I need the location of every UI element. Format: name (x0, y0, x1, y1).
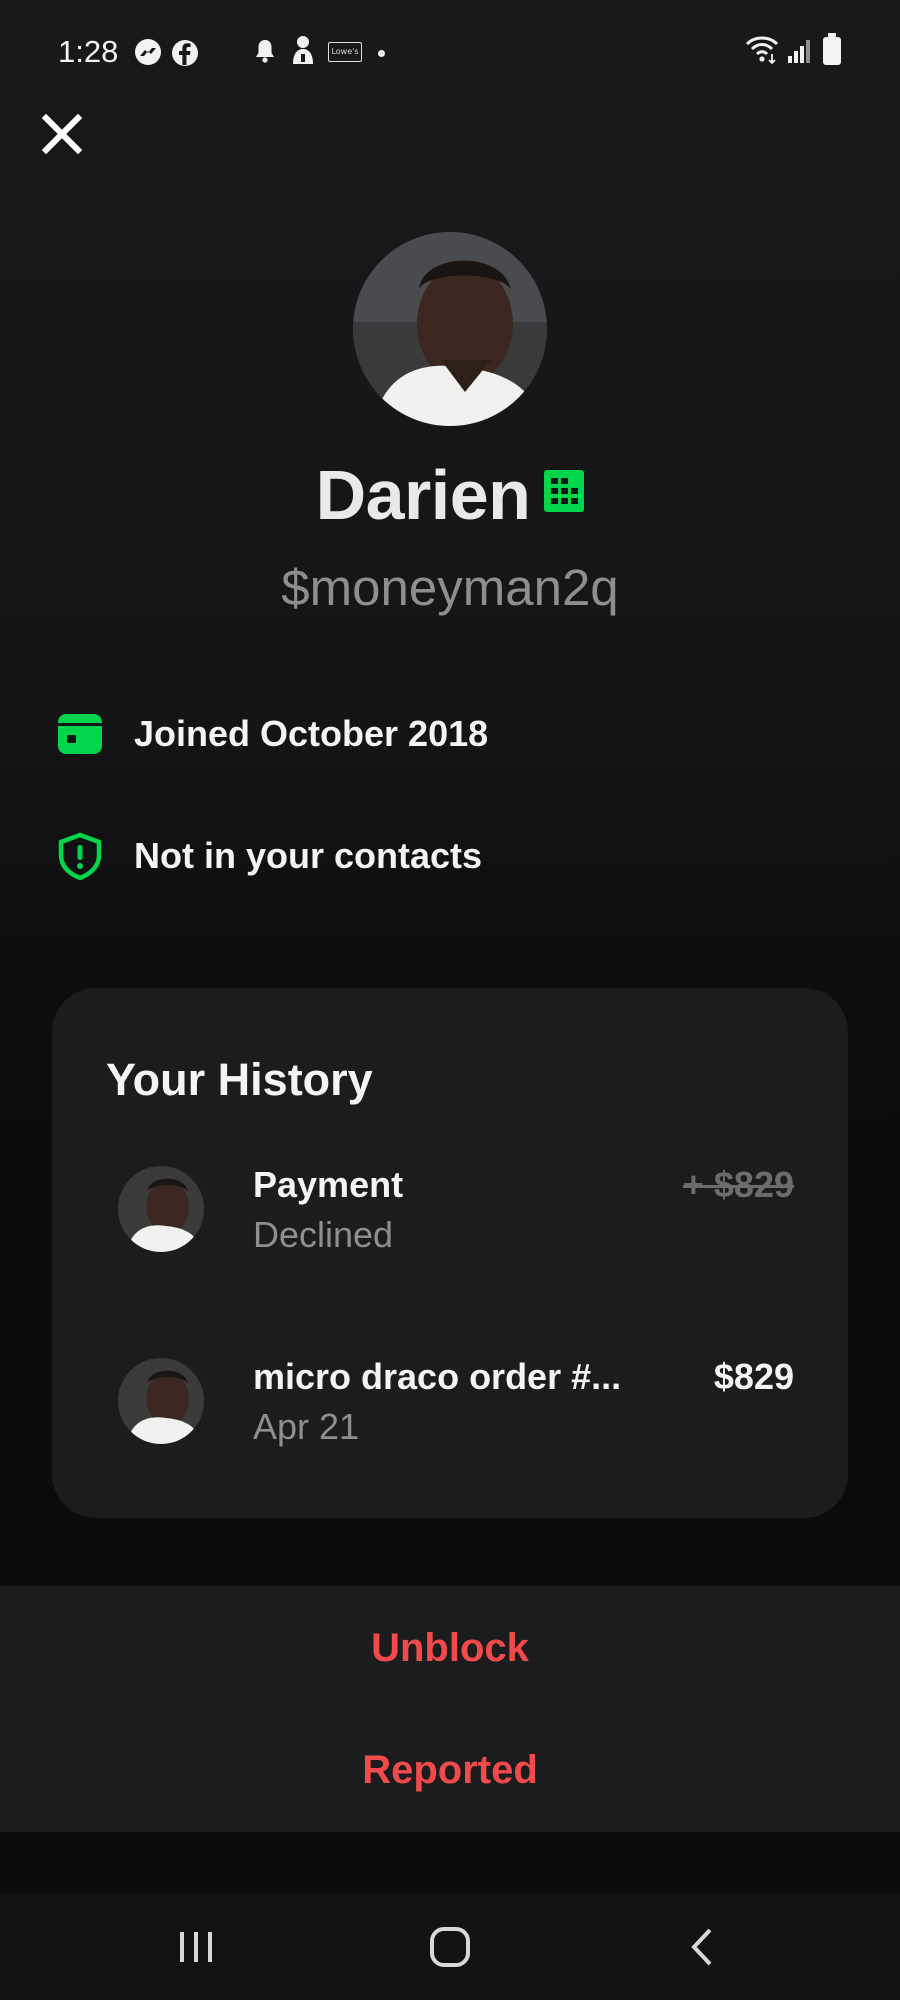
history-item-amount: + $829 (682, 1164, 794, 1205)
facebook-icon (172, 40, 198, 66)
history-item-amount: $829 (713, 1356, 794, 1397)
home-icon[interactable] (420, 1922, 480, 1972)
history-item-title: micro draco order #... (253, 1356, 622, 1397)
cash-app-icon (293, 36, 313, 64)
history-item-payment[interactable]: Payment Declined + $829 (52, 1148, 848, 1268)
lowes-icon: Lowe's (328, 42, 362, 62)
back-icon[interactable] (672, 1922, 732, 1972)
joined-text: Joined October 2018 (134, 713, 489, 754)
messenger-icon (135, 39, 161, 65)
history-item-date: Apr 21 (253, 1406, 360, 1447)
signal-icon (788, 40, 810, 63)
battery-icon (823, 33, 841, 65)
joined-row: Joined October 2018 (56, 704, 488, 764)
unblock-button[interactable]: Unblock (0, 1626, 900, 1671)
history-avatar (118, 1166, 204, 1252)
contacts-row: Not in your contacts (56, 826, 482, 886)
contacts-text: Not in your contacts (134, 835, 483, 876)
status-bar: 1:28 Lowe's (0, 28, 900, 76)
avatar[interactable] (353, 232, 547, 426)
close-button[interactable] (38, 110, 86, 158)
profile-photo (353, 232, 547, 426)
calendar-icon (58, 714, 102, 754)
history-title: Your History (106, 1054, 373, 1105)
business-building-icon (544, 470, 585, 512)
bell-icon (256, 40, 274, 63)
reported-button[interactable]: Reported (0, 1748, 900, 1793)
wifi-icon (745, 36, 779, 65)
profile-screen: 1:28 Lowe's Darien $moneyman2q Joined Oc… (0, 0, 900, 2000)
notification-dot (378, 50, 385, 57)
history-item-status: Declined (253, 1214, 394, 1255)
display-name: Darien (315, 456, 531, 534)
status-time: 1:28 (58, 34, 119, 69)
recent-apps-icon[interactable] (166, 1922, 226, 1972)
cashtag: $moneyman2q (281, 559, 619, 616)
action-panel: Unblock Reported (0, 1586, 900, 1832)
history-item-title: Payment (253, 1164, 404, 1205)
history-card: Your History Payment Declined + $829 mic… (52, 988, 848, 1518)
profile-name-row: Darien (0, 455, 900, 535)
history-item-order[interactable]: micro draco order #... Apr 21 $829 (52, 1340, 848, 1460)
navigation-bar (0, 1894, 900, 2000)
history-avatar (118, 1358, 204, 1444)
shield-warning-icon (58, 832, 102, 880)
